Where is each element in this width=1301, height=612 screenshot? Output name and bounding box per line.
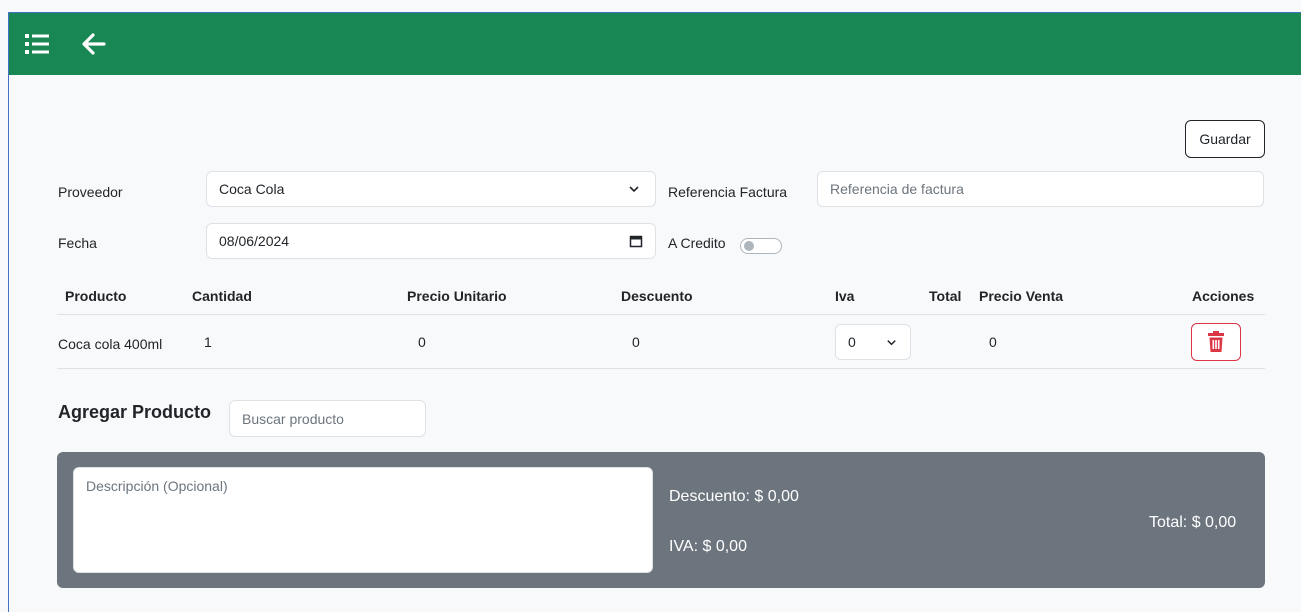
referencia-label: Referencia Factura <box>668 184 788 200</box>
header-acciones: Acciones <box>1192 288 1255 304</box>
total-summary: Total: $ 0,00 <box>1149 514 1237 531</box>
descuento-summary: Descuento: $ 0,00 <box>669 488 799 505</box>
fecha-label: Fecha <box>58 235 97 251</box>
table-header-divider <box>57 314 1265 315</box>
save-button[interactable]: Guardar <box>1185 120 1265 158</box>
proveedor-value: Coca Cola <box>219 181 285 197</box>
description-textarea[interactable]: Descripción (Opcional) <box>73 467 653 573</box>
credito-toggle[interactable] <box>740 238 782 254</box>
cell-precio-unitario[interactable]: 0 <box>418 334 426 350</box>
cell-cantidad[interactable]: 1 <box>204 334 212 350</box>
delete-row-button[interactable] <box>1191 323 1241 361</box>
iva-value: 0 <box>848 334 856 350</box>
cell-producto: Coca cola 400ml <box>58 336 163 352</box>
table-row-divider <box>57 368 1265 369</box>
chevron-down-icon <box>887 340 896 346</box>
iva-summary: IVA: $ 0,00 <box>669 538 747 555</box>
description-placeholder: Descripción (Opcional) <box>86 478 228 494</box>
proveedor-label: Proveedor <box>58 184 123 200</box>
header-total: Total <box>929 288 962 304</box>
arrow-left-icon[interactable] <box>80 30 108 58</box>
product-search-input[interactable]: Buscar producto <box>229 400 426 437</box>
referencia-placeholder: Referencia de factura <box>830 181 964 197</box>
header-precio-venta: Precio Venta <box>979 288 1064 304</box>
proveedor-select[interactable]: Coca Cola <box>206 171 656 207</box>
add-product-title: Agregar Producto <box>58 402 212 422</box>
cell-descuento[interactable]: 0 <box>632 334 640 350</box>
chevron-down-icon <box>629 186 639 193</box>
fecha-value: 08/06/2024 <box>219 233 290 249</box>
summary-panel: Descripción (Opcional) Descuento: $ 0,00… <box>57 452 1265 588</box>
iva-select[interactable]: 0 <box>835 324 911 360</box>
product-search-placeholder: Buscar producto <box>242 410 344 427</box>
trash-icon <box>1208 331 1224 352</box>
header-iva: Iva <box>835 288 855 304</box>
calendar-icon[interactable] <box>629 234 643 248</box>
list-icon[interactable] <box>23 30 51 58</box>
header-precio-unitario: Precio Unitario <box>407 288 507 304</box>
referencia-input[interactable]: Referencia de factura <box>817 171 1264 207</box>
toggle-knob <box>744 241 754 251</box>
top-navbar <box>9 13 1301 75</box>
header-cantidad: Cantidad <box>192 288 252 304</box>
fecha-input[interactable]: 08/06/2024 <box>206 223 656 259</box>
app-frame: Guardar Proveedor Coca Cola Referencia F… <box>8 12 1301 612</box>
header-producto: Producto <box>65 288 127 304</box>
cell-precio-venta[interactable]: 0 <box>989 334 997 350</box>
credito-label: A Credito <box>668 235 726 251</box>
header-descuento: Descuento <box>621 288 693 304</box>
